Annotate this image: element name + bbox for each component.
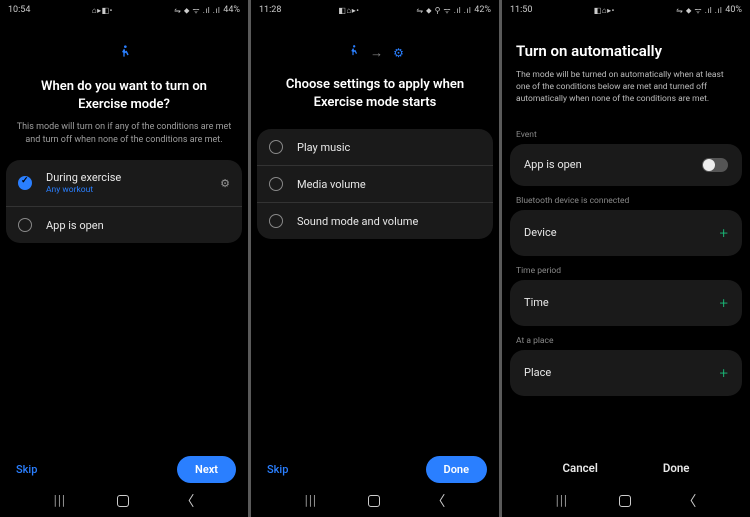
option-label: Sound mode and volume <box>297 215 481 228</box>
radio-checked-icon <box>18 176 32 190</box>
status-battery: 44% <box>223 5 240 15</box>
option-sublabel: Any workout <box>46 185 220 195</box>
status-right-icons: ⇋ ⬥ ᯤ .ıl .ıl <box>174 5 220 16</box>
screen-exercise-trigger: 10:54 ⌂▸◧• ⇋ ⬥ ᯤ .ıl .ıl 44% When do you… <box>0 0 248 517</box>
plus-icon[interactable]: + <box>720 224 728 242</box>
row-app-is-open[interactable]: App is open <box>510 144 742 186</box>
done-button[interactable]: Done <box>651 453 702 483</box>
radio-unchecked-icon <box>269 140 283 154</box>
status-bar: 11:28 ◧⌂▸• ⇋ ⬥ ⚲ ᯤ .ıl .ıl 42% <box>251 0 499 18</box>
nav-recents-icon[interactable]: ||| <box>305 493 317 509</box>
page-subtext: This mode will turn on if any of the con… <box>14 121 234 146</box>
row-label: App is open <box>524 158 582 171</box>
nav-home-icon[interactable] <box>619 495 631 507</box>
mode-icon-row: → ⚙ <box>251 44 499 62</box>
option-label: During exercise <box>46 171 220 184</box>
section-label-time: Time period <box>516 266 736 276</box>
android-navbar: ||| 〈 <box>502 491 750 511</box>
status-right-icons: ⇋ ⬥ ᯤ .ıl .ıl <box>676 5 722 16</box>
toggle-switch[interactable] <box>702 158 728 172</box>
gear-icon: ⚙ <box>393 46 404 60</box>
gear-icon[interactable]: ⚙ <box>220 177 230 190</box>
nav-back-icon[interactable]: 〈 <box>180 491 194 511</box>
plus-icon[interactable]: + <box>720 364 728 382</box>
screen-exercise-settings: 11:28 ◧⌂▸• ⇋ ⬥ ⚲ ᯤ .ıl .ıl 42% → ⚙ Choos… <box>251 0 499 517</box>
android-navbar: ||| 〈 <box>0 491 248 511</box>
status-bar: 11:50 ◧⌂▸• ⇋ ⬥ ᯤ .ıl .ıl 40% <box>502 0 750 18</box>
status-time: 10:54 <box>8 5 30 15</box>
radio-unchecked-icon <box>269 177 283 191</box>
status-battery: 40% <box>725 5 742 15</box>
settings-card: Play music Media volume Sound mode and v… <box>257 129 493 239</box>
nav-recents-icon[interactable]: ||| <box>54 493 66 509</box>
cancel-button[interactable]: Cancel <box>551 453 610 483</box>
status-left-icons: ⌂▸◧• <box>92 6 113 15</box>
status-right-icons: ⇋ ⬥ ⚲ ᯤ .ıl .ıl <box>416 5 471 16</box>
options-card: During exercise Any workout ⚙ App is ope… <box>6 160 242 243</box>
page-subtext: The mode will be turned on automatically… <box>516 70 736 106</box>
option-during-exercise[interactable]: During exercise Any workout ⚙ <box>6 160 242 206</box>
page-heading: Turn on automatically <box>516 42 736 60</box>
arrow-right-icon: → <box>370 45 383 61</box>
running-icon <box>346 44 360 62</box>
next-button[interactable]: Next <box>177 456 236 483</box>
section-label-event: Event <box>516 130 736 140</box>
mode-icon-row <box>0 44 248 64</box>
row-label: Time <box>524 296 549 309</box>
nav-home-icon[interactable] <box>117 495 129 507</box>
page-heading: Choose settings to apply when Exercise m… <box>269 76 481 111</box>
status-battery: 42% <box>474 5 491 15</box>
status-time: 11:28 <box>259 5 281 15</box>
nav-home-icon[interactable] <box>368 495 380 507</box>
option-sound-mode[interactable]: Sound mode and volume <box>257 202 493 239</box>
skip-button[interactable]: Skip <box>263 457 292 482</box>
radio-unchecked-icon <box>18 218 32 232</box>
row-place[interactable]: Place + <box>510 350 742 396</box>
status-left-icons: ◧⌂▸• <box>594 6 615 15</box>
option-media-volume[interactable]: Media volume <box>257 165 493 202</box>
nav-back-icon[interactable]: 〈 <box>682 491 696 511</box>
row-device[interactable]: Device + <box>510 210 742 256</box>
option-label: Media volume <box>297 178 481 191</box>
row-label: Place <box>524 366 551 379</box>
option-label: Play music <box>297 141 481 154</box>
row-time[interactable]: Time + <box>510 280 742 326</box>
option-app-is-open[interactable]: App is open <box>6 206 242 243</box>
status-time: 11:50 <box>510 5 532 15</box>
plus-icon[interactable]: + <box>720 294 728 312</box>
option-play-music[interactable]: Play music <box>257 129 493 165</box>
status-left-icons: ◧⌂▸• <box>338 6 359 15</box>
done-button[interactable]: Done <box>426 456 487 483</box>
page-heading: When do you want to turn on Exercise mod… <box>18 78 230 113</box>
nav-recents-icon[interactable]: ||| <box>556 493 568 509</box>
option-label: App is open <box>46 219 230 232</box>
section-label-bluetooth: Bluetooth device is connected <box>516 196 736 206</box>
running-icon <box>116 44 132 64</box>
status-bar: 10:54 ⌂▸◧• ⇋ ⬥ ᯤ .ıl .ıl 44% <box>0 0 248 18</box>
section-label-place: At a place <box>516 336 736 346</box>
radio-unchecked-icon <box>269 214 283 228</box>
screen-turn-on-auto: 11:50 ◧⌂▸• ⇋ ⬥ ᯤ .ıl .ıl 40% Turn on aut… <box>502 0 750 517</box>
skip-button[interactable]: Skip <box>12 457 41 482</box>
nav-back-icon[interactable]: 〈 <box>431 491 445 511</box>
row-label: Device <box>524 226 557 239</box>
android-navbar: ||| 〈 <box>251 491 499 511</box>
